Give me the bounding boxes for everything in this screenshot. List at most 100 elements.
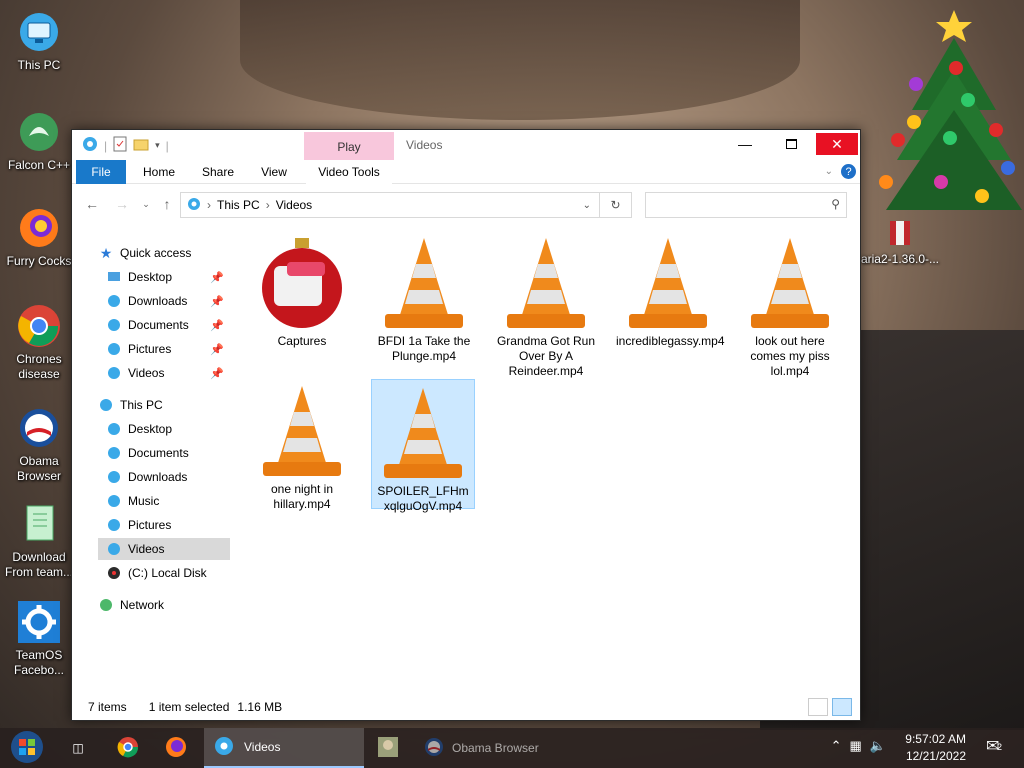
- nav-network[interactable]: Network: [98, 594, 230, 616]
- nav-qa-downloads[interactable]: Downloads 📌: [106, 290, 230, 312]
- close-button[interactable]: ✕: [816, 133, 858, 155]
- up-button[interactable]: ↑: [157, 194, 177, 214]
- desktop-icon-download[interactable]: Download From team...: [4, 502, 74, 580]
- properties-icon[interactable]: [113, 136, 127, 155]
- selection-size: 1.16 MB: [237, 700, 283, 714]
- large-icons-view-icon[interactable]: [832, 698, 852, 716]
- desktop-icon-chrones[interactable]: Chrones disease: [4, 304, 74, 382]
- maximize-button[interactable]: [771, 133, 811, 155]
- customize-chevron-icon[interactable]: ▾: [155, 140, 160, 151]
- nav-qa-videos[interactable]: Videos 📌: [106, 362, 230, 384]
- tab-home[interactable]: Home: [132, 160, 186, 184]
- vlc-cone-icon: [257, 382, 347, 480]
- minimize-button[interactable]: —: [725, 133, 765, 155]
- task-view-button[interactable]: ◫: [60, 728, 96, 768]
- tab-video-tools[interactable]: Video Tools: [306, 160, 392, 184]
- recent-locations-button[interactable]: ⌄: [136, 194, 156, 214]
- file-item[interactable]: look out here comes my piss lol.mp4: [738, 230, 842, 378]
- taskbar-explorer[interactable]: Videos: [204, 728, 364, 768]
- pin-icon[interactable]: 📌: [210, 319, 224, 332]
- new-folder-icon[interactable]: [133, 137, 149, 154]
- tab-view[interactable]: View: [250, 160, 298, 184]
- forward-button[interactable]: →: [112, 194, 132, 214]
- chevron-up-icon[interactable]: ⌃: [831, 738, 842, 754]
- file-item[interactable]: Captures: [250, 230, 354, 360]
- pin-icon[interactable]: 📌: [210, 343, 224, 356]
- details-view-icon[interactable]: [808, 698, 828, 716]
- refresh-button[interactable]: ↻: [600, 192, 632, 218]
- taskbar-firefox[interactable]: [158, 728, 194, 768]
- address-dropdown-icon[interactable]: ⌄: [583, 200, 591, 211]
- title-bar[interactable]: | ▾ | Play Videos — ✕: [72, 130, 860, 160]
- play-context-tab[interactable]: Play: [304, 132, 394, 160]
- pin-icon[interactable]: 📌: [210, 271, 224, 284]
- notifications-button[interactable]: ✉ 2: [986, 736, 1008, 758]
- file-item[interactable]: one night in hillary.mp4: [250, 378, 354, 511]
- expand-ribbon-icon[interactable]: ⌄: [825, 166, 833, 177]
- breadcrumb-this-pc[interactable]: This PC: [217, 198, 260, 212]
- desktop-icon-label: Obama Browser: [16, 454, 61, 483]
- breadcrumb-chevron-icon[interactable]: ›: [266, 198, 270, 212]
- breadcrumb-chevron-icon[interactable]: ›: [207, 198, 211, 212]
- nav-qa-pictures[interactable]: Pictures 📌: [106, 338, 230, 360]
- breadcrumb-videos[interactable]: Videos: [276, 198, 312, 212]
- back-button[interactable]: ←: [82, 194, 102, 214]
- vlc-cone-icon: [379, 234, 469, 332]
- separator: |: [104, 138, 108, 153]
- help-icon[interactable]: ?: [841, 164, 856, 179]
- pin-icon[interactable]: 📌: [210, 367, 224, 380]
- file-item[interactable]: incrediblegassy.mp4: [616, 230, 725, 360]
- separator: |: [165, 138, 169, 153]
- maximize-icon: [785, 139, 797, 149]
- music-folder-icon: [106, 493, 122, 509]
- view-switcher: [808, 698, 852, 716]
- search-input[interactable]: ⚲: [645, 192, 847, 218]
- address-bar[interactable]: › This PC › Videos ⌄: [180, 192, 600, 218]
- nav-label: Network: [120, 598, 165, 612]
- desktop-icon-this-pc[interactable]: This PC: [4, 10, 74, 73]
- nav-pc-music[interactable]: Music: [106, 490, 230, 512]
- tab-file[interactable]: File: [76, 160, 126, 184]
- file-item-selected[interactable]: SPOILER_LFHmxqlguOgV.mp4: [371, 379, 475, 513]
- volume-icon[interactable]: 🔈: [870, 738, 886, 754]
- nav-pc-local-disk[interactable]: (C:) Local Disk: [106, 562, 230, 584]
- clock[interactable]: 9:57:02 AM 12/21/2022: [905, 731, 966, 765]
- window-title: Videos: [406, 138, 443, 152]
- downloads-folder-icon: [106, 469, 122, 485]
- disk-icon: [106, 565, 122, 581]
- nav-pc-pictures[interactable]: Pictures: [106, 514, 230, 536]
- file-item[interactable]: BFDI 1a Take the Plunge.mp4: [372, 230, 476, 363]
- nav-qa-documents[interactable]: Documents 📌: [106, 314, 230, 336]
- taskbar-chrome[interactable]: [110, 728, 146, 768]
- tab-share[interactable]: Share: [190, 160, 246, 184]
- chrome-icon: [117, 736, 139, 761]
- pin-icon[interactable]: 📌: [210, 295, 224, 308]
- nav-label: Downloads: [128, 294, 188, 308]
- nav-quick-access[interactable]: ★ Quick access: [98, 242, 230, 264]
- nav-pc-desktop[interactable]: Desktop: [106, 418, 230, 440]
- nav-pc-videos[interactable]: Videos: [98, 538, 230, 560]
- network-icon[interactable]: ▦: [850, 738, 862, 754]
- search-icon: ⚲: [831, 197, 840, 211]
- desktop-icon-teamos[interactable]: TeamOS Facebo...: [4, 600, 74, 678]
- taskbar-obama-browser[interactable]: Obama Browser: [416, 728, 566, 768]
- file-item[interactable]: Grandma Got Run Over By A Reindeer.mp4: [494, 230, 598, 378]
- up-arrow-icon: ↑: [163, 196, 171, 212]
- desktop-icon-obama[interactable]: Obama Browser: [4, 406, 74, 484]
- status-bar: 7 items 1 item selected 1.16 MB: [72, 694, 860, 720]
- nav-label: Pictures: [128, 342, 172, 356]
- nav-pc-downloads[interactable]: Downloads: [106, 466, 230, 488]
- taskbar-app[interactable]: [370, 728, 406, 768]
- nav-qa-desktop[interactable]: Desktop 📌: [106, 266, 230, 288]
- explorer-window[interactable]: | ▾ | Play Videos — ✕ File Home Share Vi…: [71, 129, 861, 721]
- nav-label: Downloads: [128, 470, 188, 484]
- monitor-icon: [17, 10, 61, 54]
- desktop-icon-furry[interactable]: Furry Cocks: [4, 206, 74, 269]
- nav-this-pc[interactable]: This PC: [98, 394, 230, 416]
- start-button[interactable]: [4, 728, 50, 768]
- desktop-icon-falcon[interactable]: Falcon C++: [4, 110, 74, 173]
- nav-label: Videos: [128, 366, 165, 380]
- file-name: one night in hillary.mp4: [270, 482, 334, 511]
- nav-pc-documents[interactable]: Documents: [106, 442, 230, 464]
- firefox-icon: [17, 206, 61, 250]
